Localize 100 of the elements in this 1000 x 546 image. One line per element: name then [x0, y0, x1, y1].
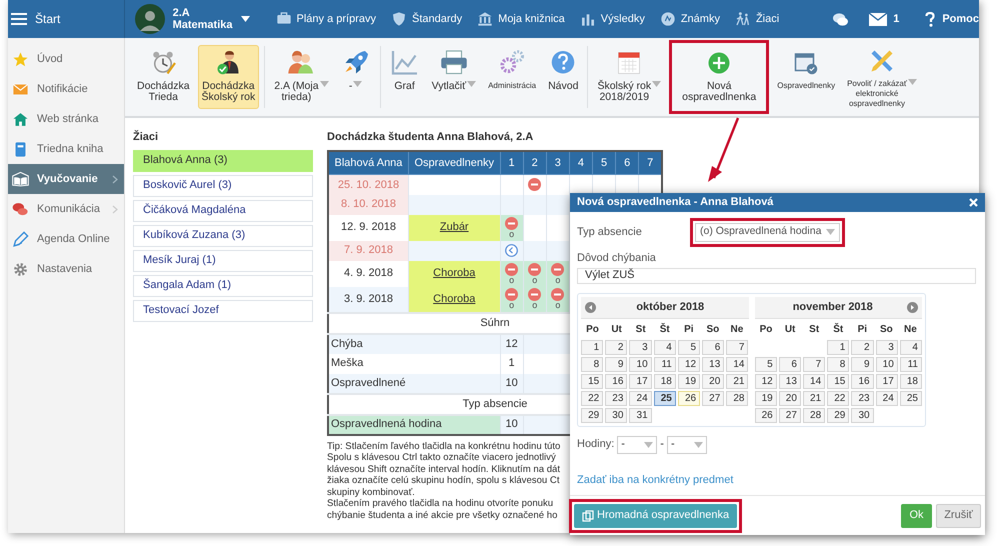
- calendar-day[interactable]: 5: [678, 340, 700, 354]
- toolbar-button[interactable]: Administrácia: [484, 45, 540, 109]
- calendar-day[interactable]: 10: [876, 356, 898, 372]
- calendar-day[interactable]: 24: [629, 390, 652, 406]
- calendar-day[interactable]: 9: [605, 356, 628, 372]
- toolbar-button[interactable]: 2.A (Moja trieda): [270, 45, 333, 109]
- hour-cell[interactable]: [523, 240, 546, 260]
- calendar-day[interactable]: 2: [605, 340, 628, 354]
- hour-cell[interactable]: [546, 174, 570, 194]
- calendar-day[interactable]: 14: [726, 356, 748, 372]
- calendar-day[interactable]: 22: [581, 390, 604, 406]
- calendar-day[interactable]: 21: [726, 374, 748, 388]
- excuse-link[interactable]: Choroba: [433, 292, 476, 305]
- student-item[interactable]: Mesík Juraj (1): [133, 250, 313, 272]
- calendar-day[interactable]: 8: [581, 356, 604, 372]
- hour-cell[interactable]: [500, 240, 524, 260]
- calendar-day[interactable]: 10: [629, 356, 652, 372]
- hour-cell[interactable]: o: [523, 286, 546, 312]
- calendar-day[interactable]: 6: [778, 356, 801, 372]
- calendar-day[interactable]: 15: [581, 374, 604, 388]
- excuse-link[interactable]: Zubár: [440, 221, 469, 234]
- sidebar-item[interactable]: Vyučovanie: [8, 164, 124, 194]
- calendar-day[interactable]: 29: [827, 408, 850, 422]
- student-item[interactable]: Testovací Jozef: [133, 300, 313, 322]
- calendar-day[interactable]: 28: [726, 390, 748, 406]
- calendar-day[interactable]: 26: [754, 408, 777, 422]
- hour-cell[interactable]: o: [546, 286, 570, 312]
- subject-link[interactable]: Zadať iba na konkrétny predmet: [577, 472, 734, 488]
- calendar-day[interactable]: 7: [726, 340, 748, 354]
- hour-cell[interactable]: [523, 194, 546, 214]
- sidebar-item[interactable]: Komunikácia: [8, 194, 124, 224]
- student-item[interactable]: Blahová Anna (3): [133, 150, 313, 172]
- calendar-day[interactable]: 26: [678, 390, 700, 406]
- hour-cell[interactable]: [523, 174, 546, 194]
- calendar-day[interactable]: 30: [851, 408, 874, 422]
- hour-cell[interactable]: o: [523, 260, 546, 286]
- calendar-day[interactable]: 16: [605, 374, 628, 388]
- hour-cell[interactable]: o: [546, 260, 570, 286]
- absence-type-select[interactable]: (o) Ospravedlnená hodina: [695, 222, 840, 242]
- hour-select[interactable]: -: [617, 436, 658, 454]
- calendar-day[interactable]: 20: [778, 390, 801, 406]
- sidebar-item[interactable]: Web stránka: [8, 104, 124, 134]
- toolbar-button[interactable]: Graf: [386, 45, 424, 109]
- calendar-day[interactable]: 5: [754, 356, 777, 372]
- calendar-day[interactable]: 12: [678, 356, 700, 372]
- sidebar-item[interactable]: Agenda Online: [8, 224, 124, 254]
- hour-cell[interactable]: o: [500, 214, 524, 240]
- calendar-day[interactable]: 19: [754, 390, 777, 406]
- calendar-day[interactable]: 23: [851, 390, 874, 406]
- sidebar-item[interactable]: Nastavenia: [8, 254, 124, 284]
- hour-cell[interactable]: o: [500, 286, 524, 312]
- calendar-day[interactable]: 7: [802, 356, 826, 372]
- calendar-day[interactable]: 17: [876, 374, 898, 388]
- nav-link[interactable]: Žiaci: [734, 10, 780, 28]
- calendar-day[interactable]: 6: [702, 340, 724, 354]
- calendar-day[interactable]: 24: [876, 390, 898, 406]
- hour-cell[interactable]: [546, 240, 570, 260]
- toolbar-button[interactable]: Ospravedlnenky: [773, 45, 840, 109]
- hour-cell[interactable]: [523, 214, 546, 240]
- calendar-day[interactable]: 30: [605, 408, 628, 422]
- sidebar-item[interactable]: Triedna kniha: [8, 134, 124, 164]
- toolbar-button[interactable]: Dochádzka Školský rok: [198, 45, 260, 109]
- calendar-day[interactable]: 9: [851, 356, 874, 372]
- calendar-day[interactable]: 4: [900, 340, 922, 354]
- toolbar-button[interactable]: Školský rok 2018/2019: [593, 45, 666, 109]
- help-button[interactable]: Pomoc: [925, 10, 979, 28]
- nav-link[interactable]: Známky: [660, 10, 720, 28]
- calendar-day[interactable]: 21: [802, 390, 826, 406]
- toolbar-button[interactable]: Nová ospravedlnenka: [678, 45, 760, 109]
- sidebar-item[interactable]: Úvod: [8, 44, 124, 74]
- messages-button[interactable]: 1: [869, 10, 900, 28]
- hour-cell[interactable]: [500, 174, 524, 194]
- calendar-day[interactable]: 31: [629, 408, 652, 422]
- calendar-day[interactable]: 18: [900, 374, 922, 388]
- calendar-day[interactable]: 23: [605, 390, 628, 406]
- student-item[interactable]: Šangala Adam (1): [133, 274, 313, 296]
- calendar-day[interactable]: 27: [778, 408, 801, 422]
- calendar-day[interactable]: 11: [900, 356, 922, 372]
- hour-cell[interactable]: o: [500, 260, 524, 286]
- calendar-day[interactable]: 25: [900, 390, 922, 406]
- toolbar-button[interactable]: Povoliť / zakázať elektronické ospravedlnenky: [843, 42, 921, 112]
- calendar-day[interactable]: 4: [654, 340, 676, 354]
- calendar-day[interactable]: 1: [581, 340, 604, 354]
- student-item[interactable]: Čičáková Magdaléna: [133, 200, 313, 222]
- calendar-day[interactable]: 14: [802, 374, 826, 388]
- calendar-day[interactable]: 12: [754, 374, 777, 388]
- student-item[interactable]: Boskovič Aurel (3): [133, 174, 313, 196]
- excuse-link[interactable]: Choroba: [433, 267, 476, 280]
- nav-link[interactable]: Štandardy: [391, 10, 462, 28]
- calendar-day[interactable]: 16: [851, 374, 874, 388]
- calendar-day[interactable]: 1: [827, 340, 850, 354]
- calendar-day[interactable]: 20: [702, 374, 724, 388]
- calendar-day[interactable]: 2: [851, 340, 874, 354]
- toolbar-button[interactable]: Dochádzka Trieda: [133, 45, 194, 109]
- nav-link[interactable]: Moja knižnica: [477, 10, 565, 28]
- hour-cell[interactable]: [546, 214, 570, 240]
- sidebar-item[interactable]: Notifikácie: [8, 74, 124, 104]
- toolbar-button[interactable]: Návod: [544, 45, 582, 109]
- calendar-day[interactable]: 3: [629, 340, 652, 354]
- student-item[interactable]: Kubíková Zuzana (3): [133, 224, 313, 246]
